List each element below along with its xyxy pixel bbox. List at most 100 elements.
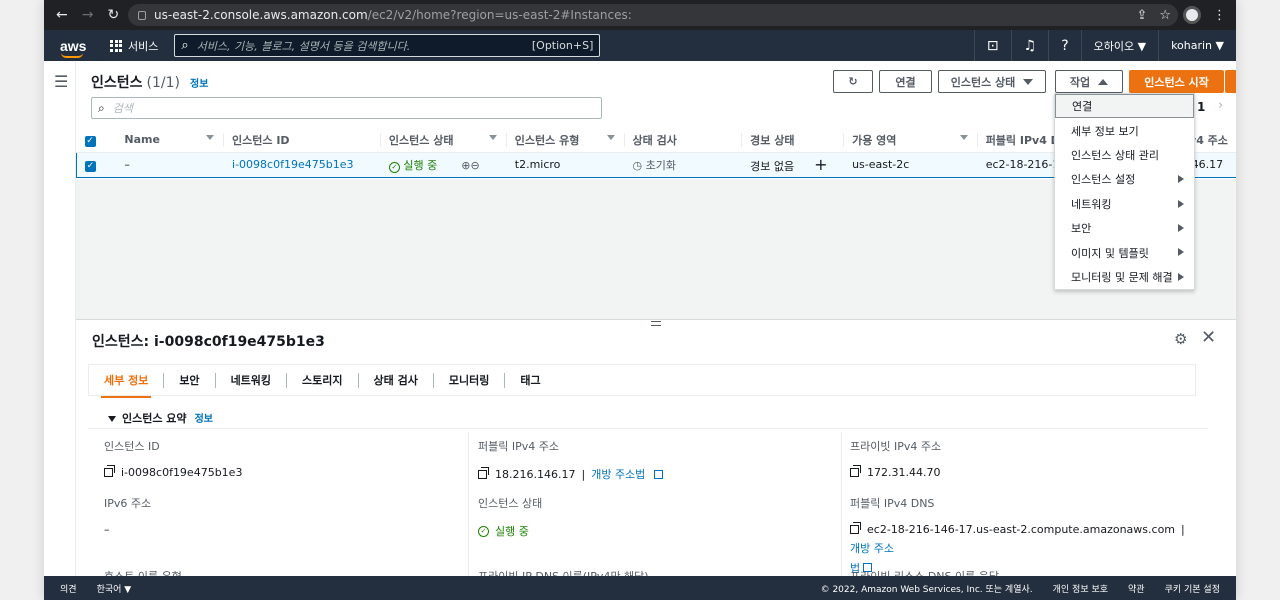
open-address-link[interactable]: 개방 주소법 [591, 466, 645, 482]
page-number[interactable]: 1 [1197, 100, 1205, 114]
summary-label: 인스턴스 요약 [122, 412, 187, 425]
services-menu[interactable]: 서비스 [110, 38, 158, 54]
reload-icon[interactable]: ↻ [107, 7, 119, 23]
bell-icon: ♫ [1023, 37, 1037, 54]
feedback-link[interactable]: 의견 [60, 582, 77, 595]
back-icon[interactable]: ← [56, 7, 68, 23]
field-label: 퍼블릭 IPv4 DNS [850, 497, 935, 510]
col-label: 인스턴스 ID [232, 133, 290, 147]
instance-summary-header[interactable]: 인스턴스 요약 정보 [108, 410, 213, 426]
close-icon[interactable]: ✕ [1201, 327, 1216, 348]
copy-icon[interactable] [478, 466, 489, 479]
help-button[interactable]: ? [1048, 30, 1080, 61]
col-availability-zone[interactable]: 가용 영역 [844, 128, 978, 153]
menu-item-instance-settings[interactable]: 인스턴스 설정 [1055, 167, 1194, 191]
share-icon[interactable]: ⇪ [1136, 8, 1147, 23]
col-instance-type[interactable]: 인스턴스 유형 [506, 128, 625, 153]
instance-filter-input[interactable]: ⌕ 검색 [91, 97, 602, 119]
tab-security[interactable]: 보안 [164, 372, 216, 388]
resize-handle-icon[interactable] [651, 321, 661, 326]
instance-state-label: 인스턴스 상태 [950, 75, 1016, 89]
bookmark-star-icon[interactable]: ☆ [1159, 8, 1171, 23]
caret-up-icon [1098, 78, 1109, 85]
open-address-link[interactable]: 개방 주소 [850, 540, 894, 556]
profile-avatar[interactable] [1183, 6, 1201, 24]
column-divider [841, 432, 842, 578]
col-alarm-status[interactable]: 경보 상태 [742, 128, 845, 153]
browser-menu-icon[interactable]: ⋮ [1213, 8, 1226, 23]
actions-button[interactable]: 작업 [1055, 70, 1123, 93]
copy-icon[interactable] [850, 522, 861, 534]
forward-icon[interactable]: → [82, 7, 94, 23]
menu-item-view-details[interactable]: 세부 정보 보기 [1055, 118, 1194, 142]
cell-instance-type: t2.micro [506, 151, 625, 178]
summary-info-link[interactable]: 정보 [195, 414, 213, 425]
select-all-checkbox[interactable]: ✓ [84, 135, 96, 147]
menu-item-networking[interactable]: 네트워킹 [1055, 192, 1194, 216]
address-bar[interactable]: us-east-2.console.aws.amazon.com /ec2/v2… [128, 4, 1178, 26]
search-shortcut: [Option+S] [531, 39, 594, 52]
cookie-preferences-link[interactable]: 쿠키 기본 설정 [1165, 582, 1220, 595]
instance-state-button[interactable]: 인스턴스 상태 [938, 70, 1046, 93]
instance-id-link[interactable]: i-0098c0f19e475b1e3 [232, 158, 353, 171]
menu-item-manage-state[interactable]: 인스턴스 상태 관리 [1055, 143, 1194, 167]
tab-monitoring[interactable]: 모니터링 [434, 372, 506, 388]
url-path: /ec2/v2/home?region=us-east-2#Instances: [367, 8, 632, 22]
copy-icon[interactable] [104, 465, 115, 477]
tab-status-checks[interactable]: 상태 검사 [359, 372, 434, 388]
refresh-icon: ↻ [848, 75, 858, 88]
aws-logo[interactable]: aws [60, 38, 86, 58]
notifications-button[interactable]: ♫ [1010, 30, 1049, 61]
launch-dropdown-button[interactable] [1225, 70, 1236, 93]
col-label: Name [124, 133, 160, 147]
row-checkbox[interactable]: ✓ [85, 160, 96, 172]
select-all-header[interactable]: ✓ [76, 128, 117, 153]
field-label: 퍼블릭 IPv4 주소 [478, 440, 559, 453]
zoom-icons[interactable]: ⊕⊖ [461, 159, 479, 172]
cloudshell-button[interactable]: ⊡ [973, 30, 1011, 61]
menu-item-monitoring[interactable]: 모니터링 및 문제 해결 [1055, 265, 1194, 289]
filter-placeholder: 검색 [112, 102, 133, 115]
menu-item-security[interactable]: 보안 [1055, 216, 1194, 240]
browser-actions: ⇪ ☆ ⋮ [1136, 6, 1226, 24]
cell-instance-id[interactable]: i-0098c0f19e475b1e3 [224, 151, 381, 178]
field-ipv6: IPv6 주소 – [104, 495, 151, 536]
connect-button[interactable]: 연결 [879, 70, 932, 93]
instance-count: (1/1) [146, 75, 180, 91]
region-selector[interactable]: 오하이오 ▼ [1080, 30, 1158, 61]
details-settings-gear-icon[interactable]: ⚙ [1174, 330, 1187, 348]
clock-icon: ◷ [632, 158, 643, 172]
col-name[interactable]: Name [116, 128, 225, 153]
col-instance-id[interactable]: 인스턴스 ID [224, 128, 381, 153]
menu-item-image-templates[interactable]: 이미지 및 템플릿 [1055, 240, 1194, 264]
tab-details[interactable]: 세부 정보 [89, 372, 165, 398]
sidebar-toggle-icon[interactable]: ☰ [54, 72, 68, 91]
summary-divider [88, 428, 1208, 429]
col-label: 인스턴스 상태 [388, 133, 454, 147]
external-link-icon[interactable] [654, 469, 664, 479]
tab-networking[interactable]: 네트워킹 [216, 372, 288, 388]
terms-link[interactable]: 약관 [1128, 582, 1145, 595]
console-search-input[interactable]: ⌕ 서비스, 기능, 블로그, 설명서 등을 검색합니다. [Option+S] [174, 34, 601, 57]
panel-splitter[interactable] [76, 319, 1236, 320]
launch-instances-button[interactable]: 인스턴스 시작 [1129, 70, 1224, 93]
info-link[interactable]: 정보 [190, 79, 208, 90]
console-footer: 의견 한국어 ▼ © 2022, Amazon Web Services, In… [44, 576, 1236, 600]
actions-label: 작업 [1069, 75, 1091, 89]
alarm-text: 경보 없음 [750, 160, 795, 173]
field-label: 인스턴스 ID [104, 440, 160, 453]
tab-tags[interactable]: 태그 [505, 373, 555, 388]
field-private-ipv4: 프라이빗 IPv4 주소 172.31.44.70 [850, 438, 941, 479]
language-selector[interactable]: 한국어 ▼ [97, 582, 132, 595]
col-instance-state[interactable]: 인스턴스 상태 [380, 128, 507, 153]
col-status-check[interactable]: 상태 검사 [624, 128, 743, 153]
privacy-link[interactable]: 개인 정보 보호 [1053, 582, 1108, 595]
menu-item-connect[interactable]: 연결 [1055, 94, 1194, 119]
row-select-cell[interactable]: ✓ [76, 151, 117, 178]
add-alarm-icon[interactable]: + [814, 155, 827, 174]
refresh-button[interactable]: ↻ [833, 70, 873, 93]
account-menu[interactable]: koharin ▼ [1158, 30, 1236, 61]
next-page-icon[interactable]: › [1218, 98, 1223, 113]
tab-storage[interactable]: 스토리지 [287, 372, 359, 388]
copy-icon[interactable] [850, 465, 861, 477]
